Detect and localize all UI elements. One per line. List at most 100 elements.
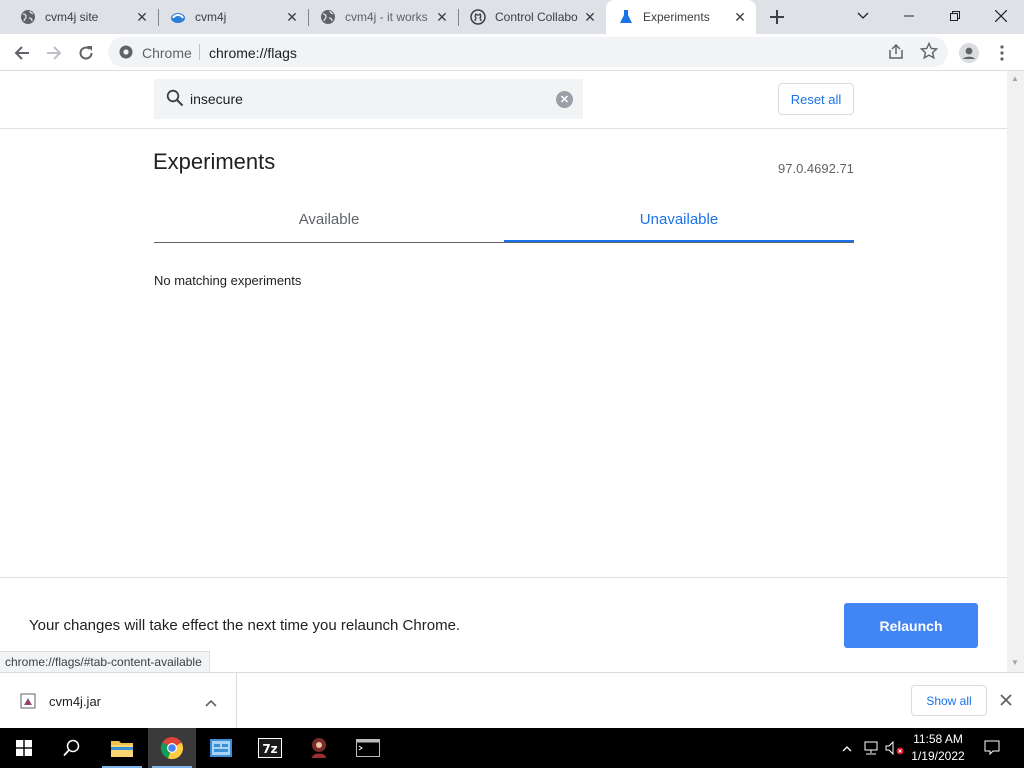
network-tray[interactable] [860, 728, 882, 768]
clock-date: 1/19/2022 [911, 749, 965, 763]
close-icon[interactable]: ✕ [434, 9, 450, 25]
tab-cvm4j[interactable]: cvm4j ✕ [158, 0, 308, 34]
tab-title: cvm4j - it works [345, 10, 428, 24]
tab-cvm4j-site[interactable]: cvm4j site ✕ [8, 0, 158, 34]
tab-available[interactable]: Available [154, 196, 504, 242]
flags-page: ✕ Reset all Experiments 97.0.4692.71 Ava… [0, 71, 1007, 672]
browser-toolbar: Chrome chrome://flags [0, 34, 1024, 71]
tab-title: cvm4j [195, 10, 227, 24]
start-button[interactable] [0, 728, 48, 768]
close-icon[interactable]: ✕ [732, 9, 748, 25]
cvm4j-logo-icon [170, 9, 186, 25]
profile-button[interactable] [956, 40, 982, 66]
notification-icon [984, 740, 1000, 756]
tab-title: cvm4j site [45, 10, 99, 24]
globe-icon [20, 9, 36, 25]
window-close-button[interactable] [978, 0, 1024, 32]
back-button[interactable] [9, 40, 35, 66]
volume-tray[interactable] [884, 728, 906, 768]
close-icon[interactable]: ✕ [284, 9, 300, 25]
search-input[interactable] [190, 88, 550, 110]
control-panel-icon [210, 739, 232, 757]
cvm4j-app-icon [312, 738, 326, 758]
taskbar-search-button[interactable] [48, 728, 96, 768]
arrow-right-icon [47, 46, 62, 60]
7zip-icon: 7z [258, 738, 282, 758]
taskbar-terminal[interactable] [344, 728, 392, 768]
tab-title: Control Collabo [495, 10, 578, 24]
relaunch-button[interactable]: Relaunch [844, 603, 978, 648]
close-icon [995, 10, 1007, 22]
bookmark-star-icon[interactable] [919, 41, 939, 65]
page-title: Experiments [153, 149, 276, 174]
search-box: ✕ [154, 79, 583, 119]
flags-search-header: ✕ Reset all [0, 71, 1007, 129]
action-center-button[interactable] [978, 728, 1006, 768]
restore-button[interactable] [932, 0, 978, 32]
scroll-up-icon[interactable]: ▲ [1011, 74, 1019, 83]
taskbar-cvm4j-app[interactable] [295, 728, 343, 768]
experiments-tabs: Available Unavailable [154, 196, 854, 243]
svg-text:7z: 7z [262, 742, 277, 756]
share-icon[interactable] [887, 43, 905, 66]
file-explorer-icon [111, 741, 133, 757]
flask-icon [618, 9, 634, 25]
new-tab-button[interactable] [765, 5, 789, 29]
taskbar-file-explorer[interactable] [98, 728, 146, 768]
chevron-up-icon[interactable] [205, 694, 217, 712]
browser-window: cvm4j site ✕ cvm4j ✕ cvm4j - it works ✕ … [0, 0, 1024, 768]
tab-control-collabo[interactable]: Control Collabo ✕ [458, 0, 606, 34]
vertical-scrollbar[interactable]: ▲ ▼ [1007, 71, 1024, 672]
jar-file-icon [20, 693, 36, 709]
chevron-down-icon [857, 12, 869, 19]
avatar-icon [959, 43, 979, 63]
start-icon [16, 740, 32, 756]
arrow-left-icon [14, 46, 29, 60]
empty-results-message: No matching experiments [154, 273, 302, 288]
taskbar-7zip[interactable]: 7z [246, 728, 294, 768]
close-icon[interactable]: ✕ [134, 9, 150, 25]
minimize-button[interactable] [886, 0, 932, 32]
menu-button[interactable] [989, 40, 1015, 66]
clock-time: 11:58 AM [913, 732, 963, 746]
tab-cvm4j-it-works[interactable]: cvm4j - it works ✕ [308, 0, 458, 34]
reload-icon [79, 46, 93, 60]
taskbar-control-panel[interactable] [197, 728, 245, 768]
close-icon[interactable]: ✕ [582, 9, 598, 25]
minimize-icon [904, 15, 914, 17]
selected-tab-indicator [504, 240, 854, 242]
taskbar-chrome[interactable] [148, 728, 196, 768]
status-bubble: chrome://flags/#tab-content-available [0, 651, 210, 672]
windows-taskbar: 7z 11:58 AM 1/19/2022 [0, 728, 1024, 768]
chrome-page-icon [118, 44, 134, 65]
reload-button[interactable] [73, 40, 99, 66]
url-text: chrome://flags [209, 45, 297, 61]
relaunch-message: Your changes will take effect the next t… [29, 617, 461, 634]
tab-search-button[interactable] [840, 0, 886, 32]
download-shelf: cvm4j.jar Show all [0, 672, 1024, 729]
search-icon [166, 89, 184, 112]
version-number: 97.0.4692.71 [778, 161, 854, 176]
close-icon[interactable] [999, 693, 1013, 712]
chevron-up-icon [842, 745, 852, 751]
tab-unavailable[interactable]: Unavailable [504, 196, 854, 242]
tab-experiments[interactable]: Experiments ✕ [606, 0, 756, 34]
download-file-name: cvm4j.jar [49, 694, 102, 709]
show-all-button[interactable]: Show all [911, 685, 987, 716]
tab-strip: cvm4j site ✕ cvm4j ✕ cvm4j - it works ✕ … [0, 0, 1024, 34]
address-bar[interactable]: Chrome chrome://flags [108, 37, 948, 67]
reset-all-button[interactable]: Reset all [778, 83, 854, 115]
network-icon [864, 741, 878, 755]
volume-muted-icon [885, 741, 904, 755]
scheme-label: Chrome [142, 45, 192, 61]
plus-icon [770, 10, 784, 24]
github-icon [470, 9, 486, 25]
forward-button[interactable] [41, 40, 67, 66]
clear-search-icon[interactable]: ✕ [556, 91, 573, 108]
show-hidden-icons-button[interactable] [838, 728, 856, 768]
globe-icon [320, 9, 336, 25]
download-item[interactable]: cvm4j.jar [0, 673, 237, 729]
taskbar-clock[interactable]: 11:58 AM 1/19/2022 [906, 731, 970, 765]
tab-title: Experiments [643, 10, 710, 24]
scroll-down-icon[interactable]: ▼ [1011, 658, 1019, 667]
